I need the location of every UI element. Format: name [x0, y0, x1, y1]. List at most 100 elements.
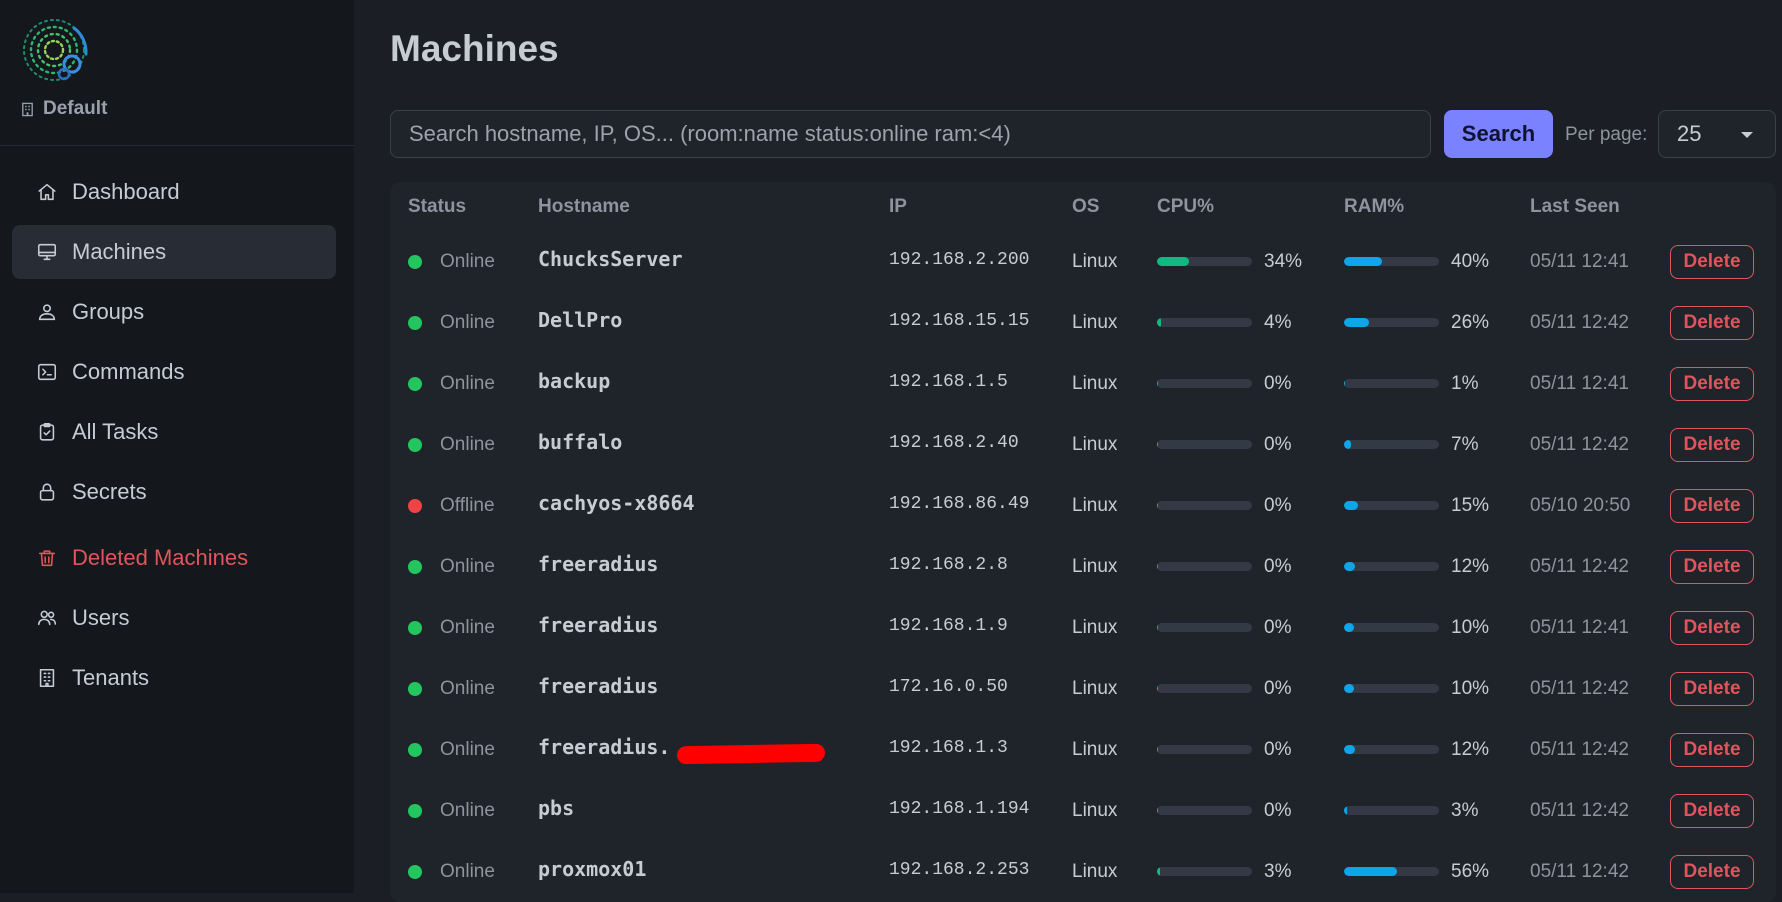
- ram-cell: 12%: [1344, 719, 1489, 780]
- delete-button[interactable]: Delete: [1670, 793, 1754, 828]
- delete-button[interactable]: Delete: [1670, 854, 1754, 889]
- column-header[interactable]: Status: [408, 196, 466, 218]
- column-header[interactable]: IP: [889, 196, 907, 218]
- column-header[interactable]: Last Seen: [1530, 196, 1620, 218]
- last-seen-time: 05/11 12:41: [1530, 616, 1629, 638]
- delete-button[interactable]: Delete: [1670, 427, 1754, 462]
- status-cell: Online: [408, 597, 495, 658]
- ram-progress-fill: [1344, 684, 1354, 693]
- column-header[interactable]: OS: [1072, 196, 1099, 218]
- last-seen-time: 05/11 12:42: [1530, 433, 1629, 455]
- table-row[interactable]: Online backup 192.168.1.5 Linux 0% 1% 05/11 12…: [390, 353, 1776, 414]
- status-badge: Online: [440, 555, 495, 577]
- lock-icon: [36, 481, 58, 503]
- sidebar-item-users[interactable]: Users: [12, 591, 336, 645]
- per-page-select[interactable]: 25: [1658, 110, 1776, 158]
- sidebar-item-groups[interactable]: Groups: [12, 285, 336, 339]
- hostname-link[interactable]: freeradius: [538, 674, 658, 698]
- cpu-progress-bar: [1157, 867, 1252, 876]
- table-row[interactable]: Online DellPro 192.168.15.15 Linux 4% 26% 05/1…: [390, 292, 1776, 353]
- tenant-switcher[interactable]: Default: [20, 98, 107, 120]
- cpu-progress-bar: [1157, 684, 1252, 693]
- sidebar-item-tenants[interactable]: Tenants: [12, 651, 336, 705]
- table-row[interactable]: Online pbs 192.168.1.194 Linux 0% 3% 05/11 12:…: [390, 780, 1776, 841]
- ram-progress-bar: [1344, 623, 1439, 632]
- sidebar-item-deleted-machines[interactable]: Deleted Machines: [12, 531, 336, 585]
- table-row[interactable]: Online freeradius 172.16.0.50 Linux 0% 10% 05/…: [390, 658, 1776, 719]
- sidebar-item-machines[interactable]: Machines: [12, 225, 336, 279]
- column-header[interactable]: Hostname: [538, 196, 630, 218]
- table-row[interactable]: Online freeradius 192.168.2.8 Linux 0% 12% 05/…: [390, 536, 1776, 597]
- cpu-percent: 0%: [1264, 677, 1292, 699]
- hostname-link[interactable]: backup: [538, 369, 610, 393]
- ip-address: 192.168.2.40: [889, 432, 1019, 453]
- delete-button[interactable]: Delete: [1670, 244, 1754, 279]
- page-title: Machines: [390, 28, 559, 69]
- last-seen-time: 05/11 12:42: [1530, 311, 1629, 333]
- os-label: Linux: [1072, 433, 1118, 455]
- ram-progress-bar: [1344, 684, 1439, 693]
- ram-cell: 26%: [1344, 292, 1489, 353]
- search-button[interactable]: Search: [1444, 110, 1553, 158]
- actions-cell: Delete: [1670, 231, 1754, 292]
- delete-button[interactable]: Delete: [1670, 671, 1754, 706]
- cpu-progress-bar: [1157, 806, 1252, 815]
- actions-cell: Delete: [1670, 292, 1754, 353]
- ip-address: 172.16.0.50: [889, 676, 1008, 697]
- delete-button[interactable]: Delete: [1670, 549, 1754, 584]
- hostname-link[interactable]: freeradius: [538, 552, 658, 576]
- column-header[interactable]: CPU%: [1157, 196, 1214, 218]
- status-dot: [408, 620, 422, 635]
- hostname-link[interactable]: ChucksServer: [538, 247, 683, 271]
- delete-button[interactable]: Delete: [1670, 366, 1754, 401]
- os-label: Linux: [1072, 799, 1118, 821]
- os-label: Linux: [1072, 494, 1118, 516]
- os-cell: Linux: [1072, 780, 1117, 841]
- actions-cell: Delete: [1670, 597, 1754, 658]
- monitor-icon: [36, 241, 58, 263]
- hostname-cell: freeradius: [538, 655, 658, 716]
- sidebar-item-dashboard[interactable]: Dashboard: [12, 165, 336, 219]
- table-row[interactable]: Online freeradius 192.168.1.9 Linux 0% 10% 05/…: [390, 597, 1776, 658]
- table-row[interactable]: Offline cachyos-x8664 192.168.86.49 Linux 0%…: [390, 475, 1776, 536]
- delete-button[interactable]: Delete: [1670, 305, 1754, 340]
- table-row[interactable]: Online freeradius. 192.168.1.3 Linux 0% 12% 05…: [390, 719, 1776, 780]
- last-seen-time: 05/10 20:50: [1530, 494, 1631, 516]
- hostname-link[interactable]: cachyos-x8664: [538, 491, 695, 515]
- hostname-link[interactable]: DellPro: [538, 308, 622, 332]
- status-cell: Online: [408, 292, 495, 353]
- group-icon: [36, 301, 58, 323]
- per-page-label: Per page:: [1565, 124, 1648, 145]
- ip-address: 192.168.1.9: [889, 615, 1008, 636]
- os-cell: Linux: [1072, 475, 1117, 536]
- cpu-cell: 0%: [1157, 475, 1291, 536]
- hostname-link[interactable]: pbs: [538, 796, 574, 820]
- per-page-value: 25: [1677, 121, 1702, 146]
- table-row[interactable]: Online ChucksServer 192.168.2.200 Linux 34% 4…: [390, 231, 1776, 292]
- table-row[interactable]: Online buffalo 192.168.2.40 Linux 0% 7% 05/11 …: [390, 414, 1776, 475]
- hostname-link[interactable]: freeradius: [538, 613, 658, 637]
- cpu-progress-bar: [1157, 562, 1252, 571]
- last-seen-time: 05/11 12:42: [1530, 738, 1629, 760]
- cpu-progress-fill: [1157, 684, 1158, 693]
- delete-button[interactable]: Delete: [1670, 610, 1754, 645]
- delete-button[interactable]: Delete: [1670, 732, 1754, 767]
- search-input[interactable]: [390, 110, 1431, 158]
- sidebar-item-all-tasks[interactable]: All Tasks: [12, 405, 336, 459]
- hostname-link[interactable]: buffalo: [538, 430, 622, 454]
- status-cell: Online: [408, 658, 495, 719]
- os-label: Linux: [1072, 616, 1118, 638]
- redaction-mark: [676, 743, 826, 765]
- delete-button[interactable]: Delete: [1670, 488, 1754, 523]
- ip-cell: 192.168.1.194: [889, 778, 1029, 839]
- cpu-cell: 0%: [1157, 414, 1291, 475]
- status-badge: Online: [440, 250, 495, 272]
- sidebar-item-commands[interactable]: Commands: [12, 345, 336, 399]
- sidebar-divider: [0, 145, 354, 146]
- sidebar-item-secrets[interactable]: Secrets: [12, 465, 336, 519]
- ip-cell: 192.168.1.9: [889, 595, 1008, 656]
- column-header[interactable]: RAM%: [1344, 196, 1404, 218]
- hostname-link[interactable]: proxmox01: [538, 857, 646, 881]
- ram-progress-bar: [1344, 867, 1439, 876]
- hostname-link[interactable]: freeradius.: [538, 735, 670, 759]
